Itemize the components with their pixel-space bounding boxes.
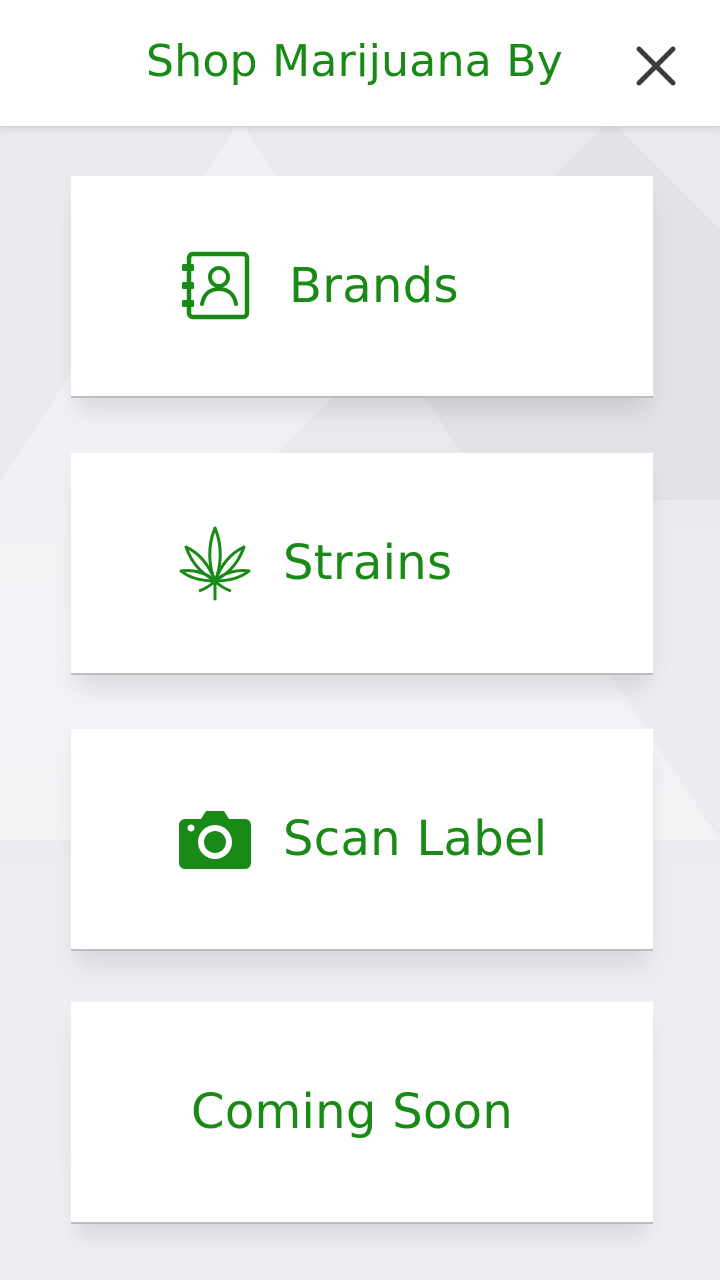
brands-label: Brands xyxy=(289,258,459,314)
coming-soon-option[interactable]: Coming Soon xyxy=(71,1002,653,1224)
coming-soon-label: Coming Soon xyxy=(191,1084,514,1140)
strains-label: Strains xyxy=(283,535,453,591)
strains-option[interactable]: Strains xyxy=(71,453,653,675)
close-button[interactable] xyxy=(628,38,684,94)
scan-label-option[interactable]: Scan Label xyxy=(71,729,653,951)
header-bar: Shop Marijuana By xyxy=(0,0,720,127)
scan-label-label: Scan Label xyxy=(283,811,548,867)
camera-icon xyxy=(179,809,251,869)
cannabis-leaf-icon xyxy=(179,525,251,601)
contact-book-icon xyxy=(181,251,251,321)
page-title: Shop Marijuana By xyxy=(146,36,564,87)
brands-option[interactable]: Brands xyxy=(71,176,653,398)
close-icon xyxy=(636,46,676,86)
